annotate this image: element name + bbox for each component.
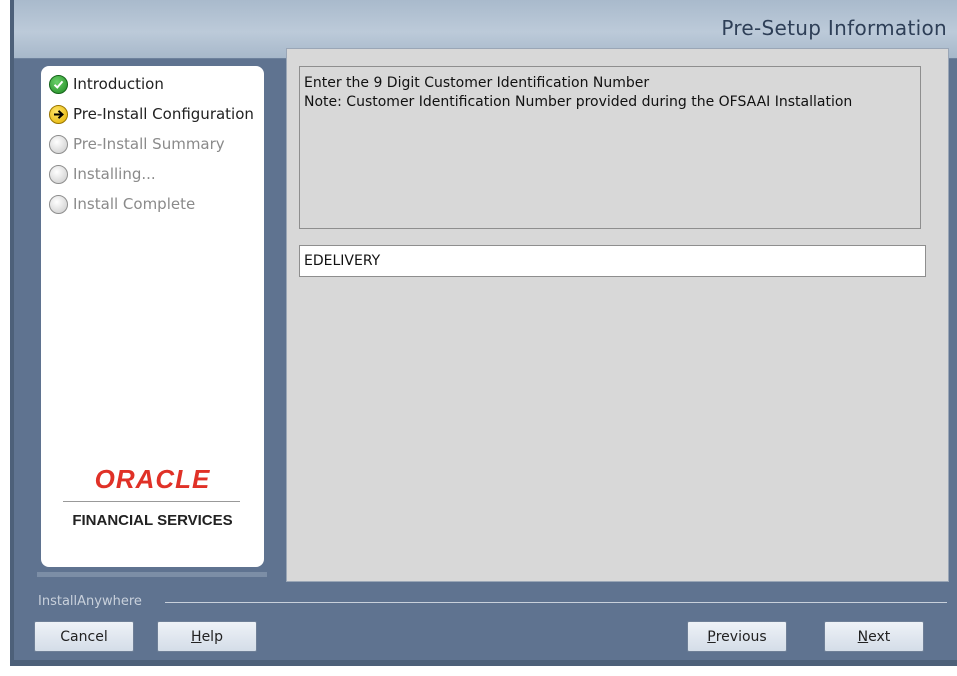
- check-circle-icon: [49, 74, 68, 94]
- step-introduction: Introduction: [49, 69, 254, 99]
- previous-button-label: revious: [715, 628, 767, 645]
- next-button[interactable]: Next: [824, 621, 924, 652]
- customer-id-input[interactable]: [299, 245, 926, 277]
- instruction-line: Enter the 9 Digit Customer Identificatio…: [304, 75, 650, 91]
- step-label: Pre-Install Summary: [73, 135, 225, 153]
- sidebar-footer-bar: [37, 572, 267, 577]
- next-button-label: ext: [868, 628, 891, 645]
- empty-circle-icon: [49, 134, 68, 154]
- steps-list: Introduction Pre-Install Configuration P…: [49, 69, 254, 219]
- installanywhere-bar: InstallAnywhere: [38, 594, 947, 610]
- step-pre-install-summary: Pre-Install Summary: [49, 129, 254, 159]
- oracle-logo: ORACLE: [94, 464, 211, 494]
- content-panel: Enter the 9 Digit Customer Identificatio…: [286, 48, 949, 582]
- window-bottom-edge: [10, 660, 957, 666]
- window-title: Pre-Setup Information: [721, 16, 947, 40]
- help-mnemonic: H: [191, 628, 202, 645]
- logo-divider: [63, 501, 240, 502]
- previous-mnemonic: P: [707, 628, 716, 645]
- empty-circle-icon: [49, 194, 68, 214]
- window-left-edge: [10, 0, 14, 666]
- instruction-box: Enter the 9 Digit Customer Identificatio…: [299, 66, 921, 229]
- step-pre-install-configuration: Pre-Install Configuration: [49, 99, 254, 129]
- step-label: Installing...: [73, 165, 156, 183]
- cancel-button[interactable]: Cancel: [34, 621, 134, 652]
- arrow-right-circle-icon: [49, 104, 68, 124]
- next-mnemonic: N: [857, 628, 869, 645]
- help-button-label: elp: [201, 628, 223, 645]
- step-label: Pre-Install Configuration: [73, 105, 254, 123]
- installanywhere-label: InstallAnywhere: [38, 594, 142, 609]
- instruction-note: Note: Customer Identification Number pro…: [304, 94, 853, 110]
- installer-window: Pre-Setup Information Introduction Pre-I…: [10, 0, 957, 666]
- cancel-button-label: Cancel: [60, 628, 108, 645]
- footer-divider: [165, 602, 947, 603]
- step-installing: Installing...: [49, 159, 254, 189]
- step-install-complete: Install Complete: [49, 189, 254, 219]
- step-label: Install Complete: [73, 195, 196, 213]
- steps-sidebar: Introduction Pre-Install Configuration P…: [41, 66, 264, 567]
- financial-services-logo: FINANCIAL SERVICES: [72, 512, 233, 529]
- empty-circle-icon: [49, 164, 68, 184]
- step-label: Introduction: [73, 75, 164, 93]
- help-button[interactable]: Help: [157, 621, 257, 652]
- previous-button[interactable]: Previous: [687, 621, 787, 652]
